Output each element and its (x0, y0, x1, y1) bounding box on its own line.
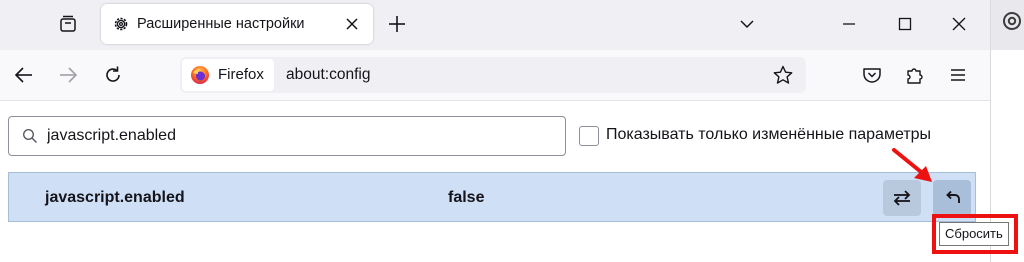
puzzle-icon[interactable] (903, 63, 927, 87)
browser-logo-icon (1003, 12, 1021, 30)
reload-icon[interactable] (101, 63, 125, 87)
forward-arrow-icon[interactable] (56, 63, 80, 87)
tab-list-icon[interactable] (54, 10, 82, 38)
reset-button[interactable] (933, 180, 971, 216)
adjacent-window-tabbar (991, 0, 1024, 50)
star-icon[interactable] (772, 64, 794, 86)
tab-advanced-settings[interactable]: Расширенные настройки (101, 4, 373, 44)
search-field[interactable] (8, 116, 566, 156)
pref-value: false (448, 189, 485, 206)
maximize-icon[interactable] (894, 13, 916, 35)
address-bar[interactable]: Firefox about:config (180, 57, 806, 93)
firefox-logo-icon (191, 66, 209, 84)
navigation-toolbar: Firefox about:config (0, 50, 990, 101)
back-arrow-icon[interactable] (12, 63, 36, 87)
plus-icon[interactable] (386, 13, 408, 35)
chevron-down-icon[interactable] (736, 13, 758, 35)
pref-row: javascript.enabled false (8, 172, 976, 222)
tab-title: Расширенные настройки (137, 16, 305, 32)
search-input[interactable] (47, 117, 557, 155)
minimize-icon[interactable] (838, 13, 860, 35)
gear-icon (114, 17, 128, 31)
show-modified-only-label[interactable]: Показывать только изменённые параметры (606, 126, 931, 144)
show-modified-only-checkbox[interactable] (579, 126, 599, 146)
pocket-icon[interactable] (860, 63, 884, 87)
tab-strip: Расширенные настройки (0, 0, 990, 50)
identity-label: Firefox (218, 66, 264, 83)
toggle-icon (893, 190, 911, 206)
identity-box[interactable]: Firefox (182, 59, 274, 91)
close-icon[interactable] (345, 17, 359, 31)
window-close-icon[interactable] (948, 13, 970, 35)
undo-icon (946, 190, 960, 203)
hamburger-icon[interactable] (946, 63, 970, 87)
reset-tooltip: Сбросить (939, 222, 1009, 246)
annotation-arrow-icon (892, 148, 932, 182)
url-text[interactable]: about:config (286, 66, 370, 84)
search-icon (22, 128, 38, 144)
pref-name: javascript.enabled (45, 189, 185, 206)
